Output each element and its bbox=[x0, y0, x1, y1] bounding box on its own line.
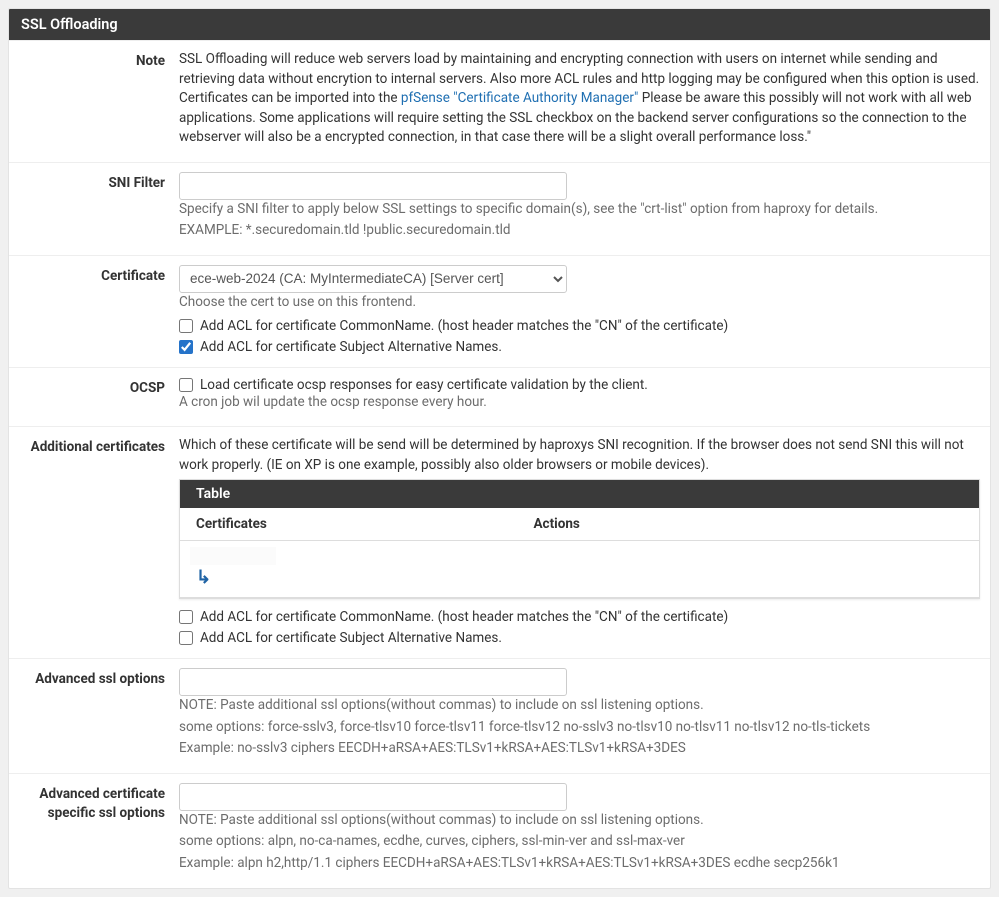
col-certificates: Certificates bbox=[196, 516, 533, 532]
addl-acl-cn-checkbox[interactable] bbox=[179, 610, 193, 624]
additional-certs-table: Table Certificates Actions ↳ bbox=[179, 479, 980, 599]
col-actions: Actions bbox=[533, 516, 963, 532]
label-additional-certs: Additional certificates bbox=[19, 436, 179, 457]
advanced-cert-ssl-input[interactable] bbox=[179, 783, 567, 811]
panel-title: SSL Offloading bbox=[9, 9, 990, 40]
ocsp-checkbox[interactable] bbox=[179, 378, 193, 392]
advanced-ssl-input[interactable] bbox=[179, 668, 567, 696]
adv-cert-ssl-help-1: NOTE: Paste additional ssl options(witho… bbox=[179, 811, 980, 831]
row-advanced-cert-ssl: Advanced certificate specific ssl option… bbox=[9, 773, 990, 888]
body-advanced-cert-ssl: NOTE: Paste additional ssl options(witho… bbox=[179, 783, 980, 876]
table-empty-cell bbox=[190, 547, 276, 565]
row-additional-certs: Additional certificates Which of these c… bbox=[9, 426, 990, 658]
reorder-down-icon[interactable]: ↳ bbox=[196, 567, 211, 588]
table-header-row: Certificates Actions bbox=[180, 508, 979, 541]
sni-filter-input[interactable] bbox=[179, 172, 567, 200]
table-body: ↳ bbox=[180, 541, 979, 598]
cert-acl-cn-label[interactable]: Add ACL for certificate CommonName. (hos… bbox=[200, 318, 728, 334]
body-certificate: ece-web-2024 (CA: MyIntermediateCA) [Ser… bbox=[179, 265, 980, 355]
cert-acl-cn-checkbox[interactable] bbox=[179, 319, 193, 333]
body-ocsp: Load certificate ocsp responses for easy… bbox=[179, 377, 980, 415]
adv-ssl-help-3: Example: no-sslv3 ciphers EECDH+aRSA+AES… bbox=[179, 739, 980, 759]
body-sni: Specify a SNI filter to apply below SSL … bbox=[179, 172, 980, 243]
row-ocsp: OCSP Load certificate ocsp responses for… bbox=[9, 367, 990, 427]
row-sni-filter: SNI Filter Specify a SNI filter to apply… bbox=[9, 162, 990, 255]
row-certificate: Certificate ece-web-2024 (CA: MyIntermed… bbox=[9, 255, 990, 367]
certificate-select[interactable]: ece-web-2024 (CA: MyIntermediateCA) [Ser… bbox=[179, 265, 567, 293]
body-advanced-ssl: NOTE: Paste additional ssl options(witho… bbox=[179, 668, 980, 761]
label-certificate: Certificate bbox=[19, 265, 179, 286]
label-ocsp: OCSP bbox=[19, 377, 179, 398]
certificate-help: Choose the cert to use on this frontend. bbox=[179, 293, 980, 313]
cert-acl-san-checkbox[interactable] bbox=[179, 340, 193, 354]
label-advanced-cert-ssl: Advanced certificate specific ssl option… bbox=[19, 783, 179, 823]
pfsense-ca-manager-link[interactable]: pfSense "Certificate Authority Manager" bbox=[401, 90, 638, 106]
ocsp-help: A cron job wil update the ocsp response … bbox=[179, 393, 980, 413]
cert-acl-cn-line: Add ACL for certificate CommonName. (hos… bbox=[179, 318, 980, 334]
adv-cert-ssl-help-3: Example: alpn h2,http/1.1 ciphers EECDH+… bbox=[179, 854, 980, 874]
ocsp-label[interactable]: Load certificate ocsp responses for easy… bbox=[200, 377, 648, 393]
addl-acl-cn-label[interactable]: Add ACL for certificate CommonName. (hos… bbox=[200, 609, 728, 625]
table-title: Table bbox=[180, 480, 979, 508]
ocsp-line: Load certificate ocsp responses for easy… bbox=[179, 377, 980, 393]
body-additional-certs: Which of these certificate will be send … bbox=[179, 436, 980, 646]
note-paragraph: SSL Offloading will reduce web servers l… bbox=[179, 50, 980, 148]
addl-acl-san-line: Add ACL for certificate Subject Alternat… bbox=[179, 630, 980, 646]
addl-acl-san-label[interactable]: Add ACL for certificate Subject Alternat… bbox=[200, 630, 502, 646]
addl-acl-san-checkbox[interactable] bbox=[179, 631, 193, 645]
addl-acl-cn-line: Add ACL for certificate CommonName. (hos… bbox=[179, 609, 980, 625]
sni-help-1: Specify a SNI filter to apply below SSL … bbox=[179, 200, 980, 220]
label-advanced-ssl: Advanced ssl options bbox=[19, 668, 179, 689]
adv-cert-ssl-help-2: some options: alpn, no-ca-names, ecdhe, … bbox=[179, 832, 980, 852]
row-advanced-ssl: Advanced ssl options NOTE: Paste additio… bbox=[9, 658, 990, 773]
body-note: SSL Offloading will reduce web servers l… bbox=[179, 50, 980, 150]
sni-help-2: EXAMPLE: *.securedomain.tld !public.secu… bbox=[179, 221, 980, 241]
ssl-offloading-panel: SSL Offloading Note SSL Offloading will … bbox=[8, 8, 991, 889]
row-note: Note SSL Offloading will reduce web serv… bbox=[9, 40, 990, 162]
additional-certs-intro: Which of these certificate will be send … bbox=[179, 436, 980, 475]
adv-ssl-help-1: NOTE: Paste additional ssl options(witho… bbox=[179, 696, 980, 716]
cert-acl-san-label[interactable]: Add ACL for certificate Subject Alternat… bbox=[200, 339, 502, 355]
label-note: Note bbox=[19, 50, 179, 71]
adv-ssl-help-2: some options: force-sslv3, force-tlsv10 … bbox=[179, 718, 980, 738]
label-sni: SNI Filter bbox=[19, 172, 179, 193]
cert-acl-san-line: Add ACL for certificate Subject Alternat… bbox=[179, 339, 980, 355]
